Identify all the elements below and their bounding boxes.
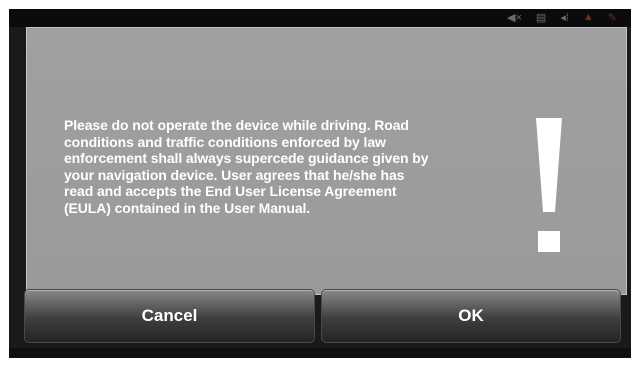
message-line: Please do not operate the device while d… <box>64 117 409 133</box>
cancel-button[interactable]: Cancel <box>24 289 315 343</box>
ok-button[interactable]: OK <box>321 289 621 343</box>
signal-icon: ◂⁞ <box>560 12 569 24</box>
message-line: your navigation device. User agrees that… <box>64 166 405 183</box>
ok-button-label: OK <box>458 306 484 325</box>
status-icons: ◀× ▤ ◂⁞ ▲ ✎ <box>507 11 617 24</box>
message-line: enforcement shall always supercede guida… <box>64 150 429 167</box>
status-bar: ◀× ▤ ◂⁞ ▲ ✎ <box>9 9 631 27</box>
cancel-button-label: Cancel <box>141 306 198 325</box>
message-line: (EULA) contained in the User Manual. <box>64 199 311 216</box>
dialog-button-row: Cancel OK <box>24 289 621 343</box>
message-line: read and accepts the End User License Ag… <box>64 183 397 200</box>
warning-message: Please do not operate the device while d… <box>64 117 484 217</box>
gps-icon: ✎ <box>607 12 617 24</box>
screen-bottom-bar <box>9 348 631 358</box>
battery-icon: ▤ <box>535 12 547 24</box>
safety-warning-dialog: Please do not operate the device while d… <box>26 27 627 295</box>
alert-icon: ▲ <box>582 11 594 23</box>
message-line: conditions and traffic conditions enforc… <box>64 133 386 150</box>
mute-icon: ◀× <box>507 12 522 24</box>
exclamation-icon <box>536 118 562 252</box>
